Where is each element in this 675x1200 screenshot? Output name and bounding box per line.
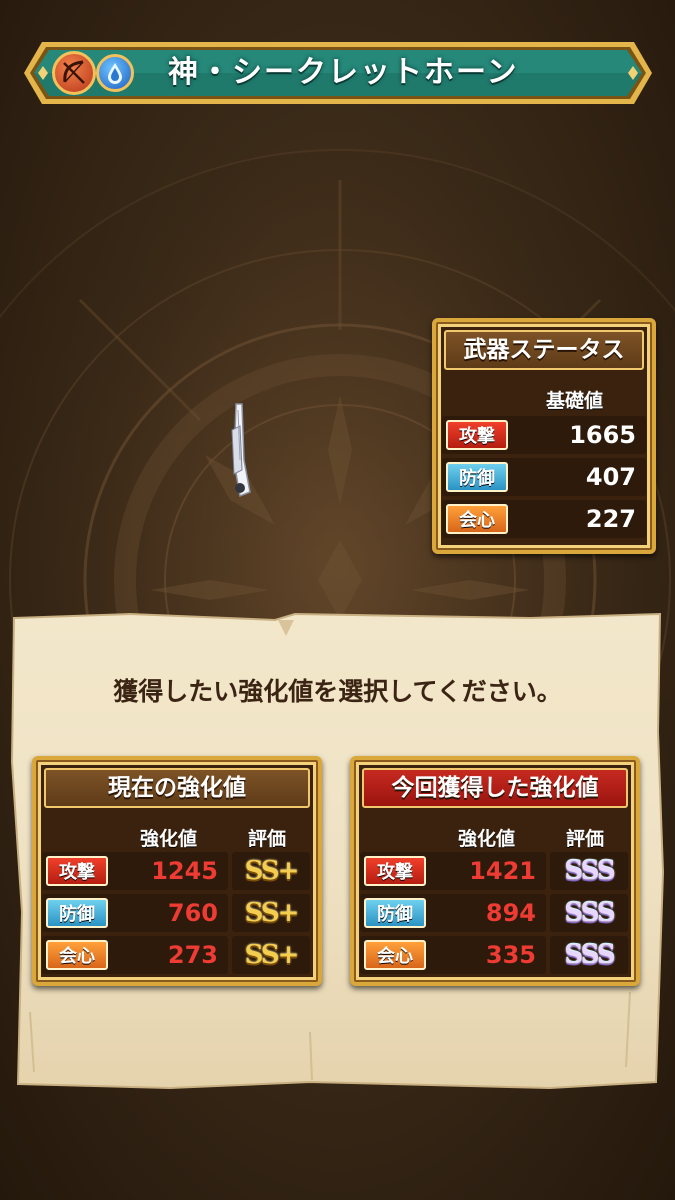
grade-badge: SSS: [550, 936, 628, 974]
grade-column-header: 評価: [566, 828, 605, 850]
status-row-attack: 攻撃 1665: [442, 416, 646, 454]
stat-value: 227: [585, 505, 636, 533]
stat-value: 273: [167, 941, 218, 969]
stat-label: 防御: [364, 898, 426, 928]
stat-value: 335: [485, 941, 536, 969]
current-row-critical: 会心 273: [42, 936, 228, 974]
new-enhancement-panel[interactable]: 今回獲得した強化値 強化値 評価 攻撃 1421 SSS 防御 894 SSS …: [350, 756, 640, 986]
stat-label: 会心: [46, 940, 108, 970]
stat-label: 攻撃: [46, 856, 108, 886]
stat-value: 407: [585, 463, 636, 491]
stat-value: 760: [167, 899, 218, 927]
grade-badge: SS+: [232, 936, 310, 974]
stat-value: 1421: [469, 857, 536, 885]
grade-badge: SSS: [550, 852, 628, 890]
water-drop-icon: [96, 54, 134, 92]
current-enhancement-header: 現在の強化値: [44, 768, 310, 808]
grade-badge: SS+: [232, 894, 310, 932]
stat-value: 1665: [569, 421, 636, 449]
weapon-image: [231, 403, 251, 498]
stat-value: 894: [485, 899, 536, 927]
grade-badge: SS+: [232, 852, 310, 890]
base-value-column-header: 基礎値: [546, 390, 604, 412]
stat-label: 会心: [446, 504, 508, 534]
new-enhancement-header: 今回獲得した強化値: [362, 768, 628, 808]
new-row-defense: 防御 894: [360, 894, 546, 932]
current-row-attack: 攻撃 1245: [42, 852, 228, 890]
current-row-defense: 防御 760: [42, 894, 228, 932]
stat-value: 1245: [151, 857, 218, 885]
new-row-attack: 攻撃 1421: [360, 852, 546, 890]
status-row-defense: 防御 407: [442, 458, 646, 496]
bow-icon: [52, 51, 96, 95]
stat-label: 会心: [364, 940, 426, 970]
enhancement-value-column-header: 強化値: [140, 828, 198, 850]
instruction-text: 獲得したい強化値を選択してください。: [113, 677, 562, 706]
title-banner: 神・シークレットホーン: [18, 38, 658, 108]
enhancement-value-column-header: 強化値: [458, 828, 516, 850]
new-row-critical: 会心 335: [360, 936, 546, 974]
current-enhancement-panel[interactable]: 現在の強化値 強化値 評価 攻撃 1245 SS+ 防御 760 SS+ 会心 …: [32, 756, 322, 986]
stat-label: 攻撃: [364, 856, 426, 886]
grade-column-header: 評価: [248, 828, 287, 850]
grade-badge: SSS: [550, 894, 628, 932]
weapon-name-title: 神・シークレットホーン: [168, 55, 519, 90]
status-row-critical: 会心 227: [442, 500, 646, 538]
stat-label: 攻撃: [446, 420, 508, 450]
weapon-status-header: 武器ステータス: [444, 330, 644, 370]
stat-label: 防御: [46, 898, 108, 928]
weapon-status-panel: 武器ステータス 基礎値 攻撃 1665 防御 407 会心 227: [432, 318, 656, 554]
stat-label: 防御: [446, 462, 508, 492]
